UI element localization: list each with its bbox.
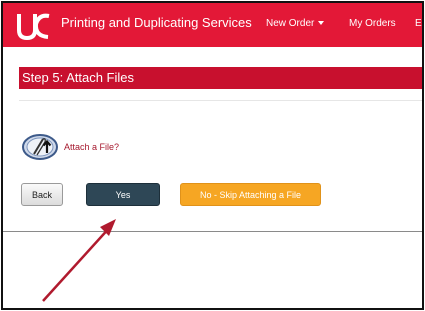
- nav-new-order[interactable]: New Order: [266, 18, 325, 29]
- divider: [3, 231, 422, 232]
- chevron-down-icon: [318, 21, 325, 26]
- nav-my-orders[interactable]: My Orders: [349, 18, 396, 29]
- page-title: Step 5: Attach Files: [22, 70, 135, 85]
- uc-logo-icon[interactable]: [15, 10, 53, 42]
- yes-button[interactable]: Yes: [86, 183, 160, 206]
- back-button[interactable]: Back: [21, 183, 63, 206]
- skip-attach-button[interactable]: No - Skip Attaching a File: [180, 183, 321, 206]
- brand-title[interactable]: Printing and Duplicating Services: [61, 15, 252, 30]
- nav-more[interactable]: E: [415, 18, 422, 29]
- top-navbar: Printing and Duplicating Services New Or…: [3, 3, 422, 47]
- nav-new-order-label: New Order: [266, 18, 315, 29]
- step-header: Step 5: Attach Files: [19, 67, 422, 89]
- attach-file-icon[interactable]: [21, 133, 59, 161]
- divider: [19, 100, 422, 101]
- annotation-arrow-icon: [42, 219, 116, 302]
- screenshot-frame: Printing and Duplicating Services New Or…: [1, 1, 424, 310]
- attach-file-link[interactable]: Attach a File?: [64, 142, 119, 152]
